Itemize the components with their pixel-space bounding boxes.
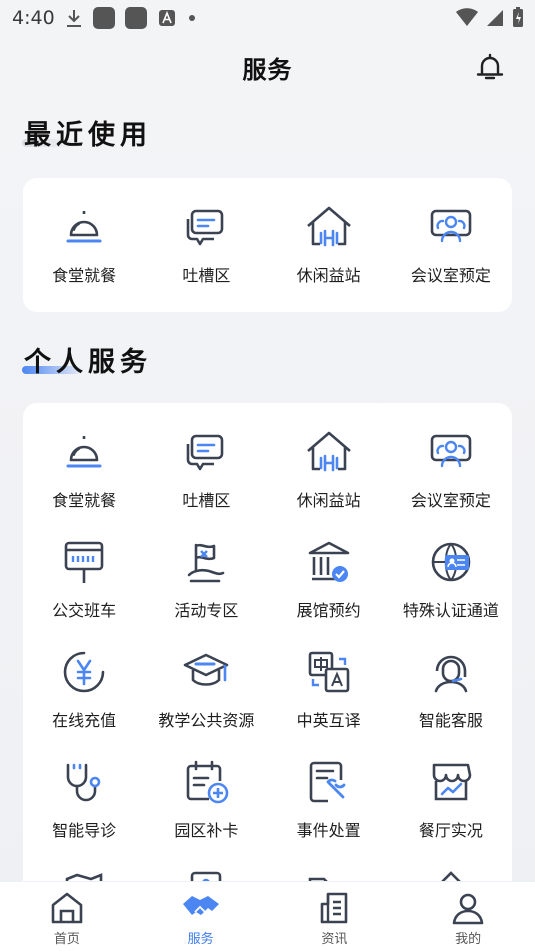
recent-item-label: 会议室预定 (410, 266, 491, 285)
document-wrench-icon (309, 761, 346, 803)
service-label: 会议室预定 (410, 491, 491, 510)
chat-icon (187, 434, 224, 471)
gym-house-icon (306, 206, 351, 247)
service-shuttle-bus[interactable]: 公交班车 (23, 535, 145, 621)
battery-icon (513, 7, 523, 27)
recent-item-label: 吐槽区 (182, 266, 231, 285)
yuan-icon (63, 651, 105, 693)
service-label: 特殊认证通道 (402, 601, 499, 620)
tab-home[interactable]: 首页 (0, 882, 134, 951)
meeting-room-icon (430, 209, 472, 243)
recent-section-title: 最近使用 (24, 120, 152, 151)
service-leisure[interactable]: 休闲益站 (268, 425, 390, 511)
gym-house-icon (306, 431, 351, 472)
tab-profile[interactable]: 我的 (401, 882, 535, 951)
id-globe-icon (431, 542, 471, 582)
service-activities[interactable]: 活动专区 (145, 535, 267, 621)
museum-icon (308, 541, 349, 582)
a-box-icon (158, 10, 175, 26)
recent-item-meeting-room[interactable]: 会议室预定 (390, 200, 512, 286)
service-canteen[interactable]: 食堂就餐 (23, 425, 145, 511)
personal-card: 食堂就餐 吐槽区 休闲益站 会议室预定 公交班车 活动专区 展馆预约 特殊认证通… (23, 403, 512, 893)
bell-icon (476, 53, 504, 80)
service-incident-handling[interactable]: 事件处置 (268, 755, 390, 841)
service-card-makeup[interactable]: 园区补卡 (145, 755, 267, 841)
status-time: 4:40 (12, 7, 55, 29)
dot-icon (188, 15, 195, 21)
recent-item-label: 休闲益站 (296, 266, 361, 285)
home-icon (51, 892, 83, 924)
service-complaints[interactable]: 吐槽区 (145, 425, 267, 511)
recent-item-complaints[interactable]: 吐槽区 (145, 200, 267, 286)
graduation-cap-icon (184, 653, 229, 686)
tab-label: 首页 (53, 932, 80, 947)
service-meeting-room[interactable]: 会议室预定 (390, 425, 512, 511)
page-title: 服务 (242, 55, 293, 84)
tab-label: 资讯 (321, 932, 348, 947)
notification-button[interactable] (473, 50, 507, 88)
service-label: 教学公共资源 (158, 711, 255, 730)
status-bar: 4:40 (0, 0, 535, 36)
bottom-tab-bar: 首页 服务 资讯 我的 (0, 881, 535, 951)
calendar-add-icon (187, 760, 229, 804)
service-smart-triage[interactable]: 智能导诊 (23, 755, 145, 841)
service-teaching-resources[interactable]: 教学公共资源 (145, 645, 267, 731)
wifi-icon (456, 8, 478, 26)
service-label: 活动专区 (174, 601, 239, 620)
service-special-auth[interactable]: 特殊认证通道 (390, 535, 512, 621)
service-label: 公交班车 (52, 601, 117, 620)
recent-item-leisure[interactable]: 休闲益站 (268, 200, 390, 286)
service-label: 休闲益站 (296, 491, 361, 510)
tab-label: 服务 (187, 932, 214, 947)
chat-icon (187, 209, 224, 246)
service-label: 事件处置 (296, 821, 361, 840)
personal-section-title: 个人服务 (24, 347, 152, 378)
tab-services[interactable]: 服务 (134, 882, 268, 951)
app-notification-icon (124, 7, 147, 29)
service-label: 园区补卡 (174, 821, 239, 840)
meeting-room-icon (430, 434, 472, 468)
recent-card: 食堂就餐 吐槽区 休闲益站 会议室预定 (23, 178, 512, 312)
service-translation[interactable]: 中英互译 (268, 645, 390, 731)
stethoscope-icon (66, 763, 101, 802)
recent-item-label: 食堂就餐 (52, 266, 117, 285)
page-header: 服务 (0, 44, 535, 90)
user-icon (452, 893, 484, 925)
download-icon (66, 10, 81, 27)
cloche-icon (66, 211, 102, 243)
service-label: 吐槽区 (182, 491, 231, 510)
signal-icon (487, 10, 503, 26)
service-label: 中英互译 (296, 711, 361, 730)
service-label: 智能客服 (418, 711, 483, 730)
bus-stop-icon (64, 541, 104, 583)
service-restaurant-live[interactable]: 餐厅实况 (390, 755, 512, 841)
recent-item-canteen[interactable]: 食堂就餐 (23, 200, 145, 286)
tab-news[interactable]: 资讯 (268, 882, 402, 951)
service-label: 展馆预约 (296, 601, 361, 620)
tab-label: 我的 (455, 932, 482, 947)
headset-icon (434, 655, 468, 693)
service-recharge[interactable]: 在线充值 (23, 645, 145, 731)
cloche-icon (66, 436, 102, 468)
news-icon (321, 892, 348, 924)
service-label: 智能导诊 (52, 821, 117, 840)
service-label: 在线充值 (52, 711, 117, 730)
service-exhibition[interactable]: 展馆预约 (268, 535, 390, 621)
app-notification-icon (92, 7, 115, 29)
service-label: 餐厅实况 (418, 821, 483, 840)
service-label: 食堂就餐 (52, 491, 117, 510)
store-chart-icon (432, 763, 472, 801)
flag-icon (188, 543, 225, 583)
service-customer-support[interactable]: 智能客服 (390, 645, 512, 731)
handshake-icon (182, 896, 219, 915)
translate-icon (308, 651, 349, 693)
